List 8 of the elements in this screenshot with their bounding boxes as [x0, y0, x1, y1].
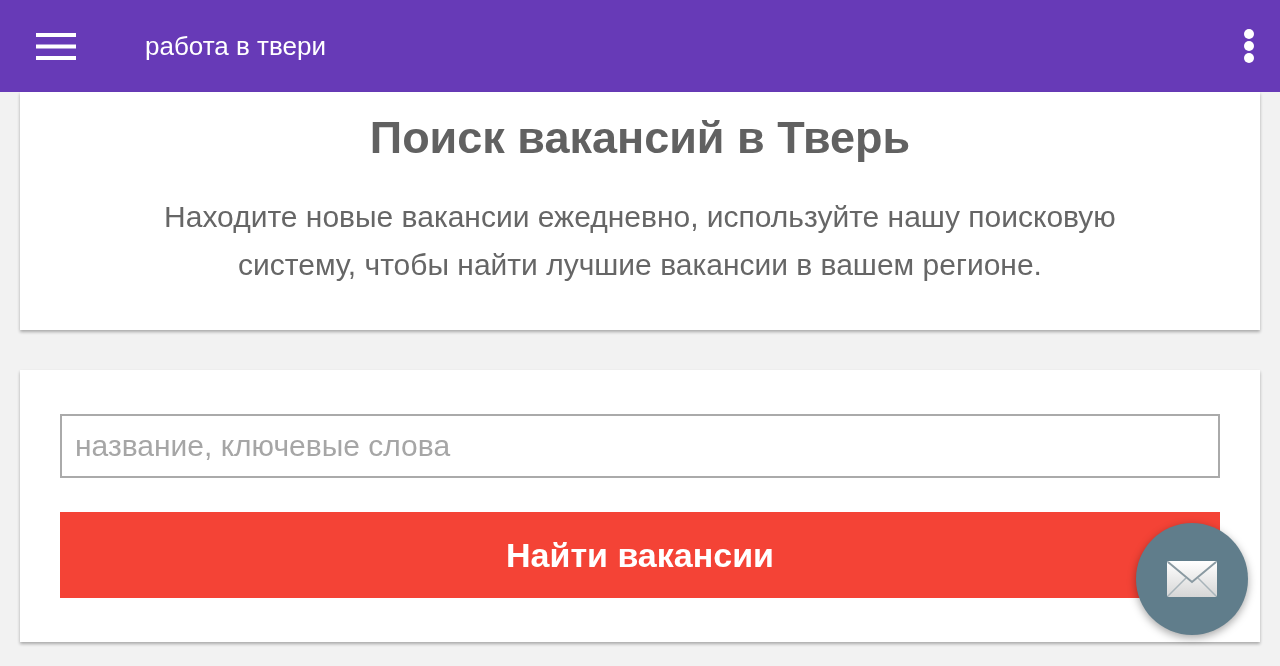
keywords-field[interactable]: название, ключевые слова: [60, 414, 1220, 478]
more-options-icon[interactable]: [1244, 29, 1254, 63]
envelope-icon: [1167, 561, 1217, 597]
search-button[interactable]: Найти вакансии: [60, 512, 1220, 598]
menu-icon[interactable]: [36, 32, 76, 60]
app-title: работа в твери: [145, 30, 327, 62]
intro-text: Находите новые вакансии ежедневно, используйте нашу поисковую систему, чтобы найти лучшие вакансии в вашем регионе.: [163, 199, 1117, 283]
page-heading: Поиск вакансий в Тверь: [369, 111, 911, 165]
